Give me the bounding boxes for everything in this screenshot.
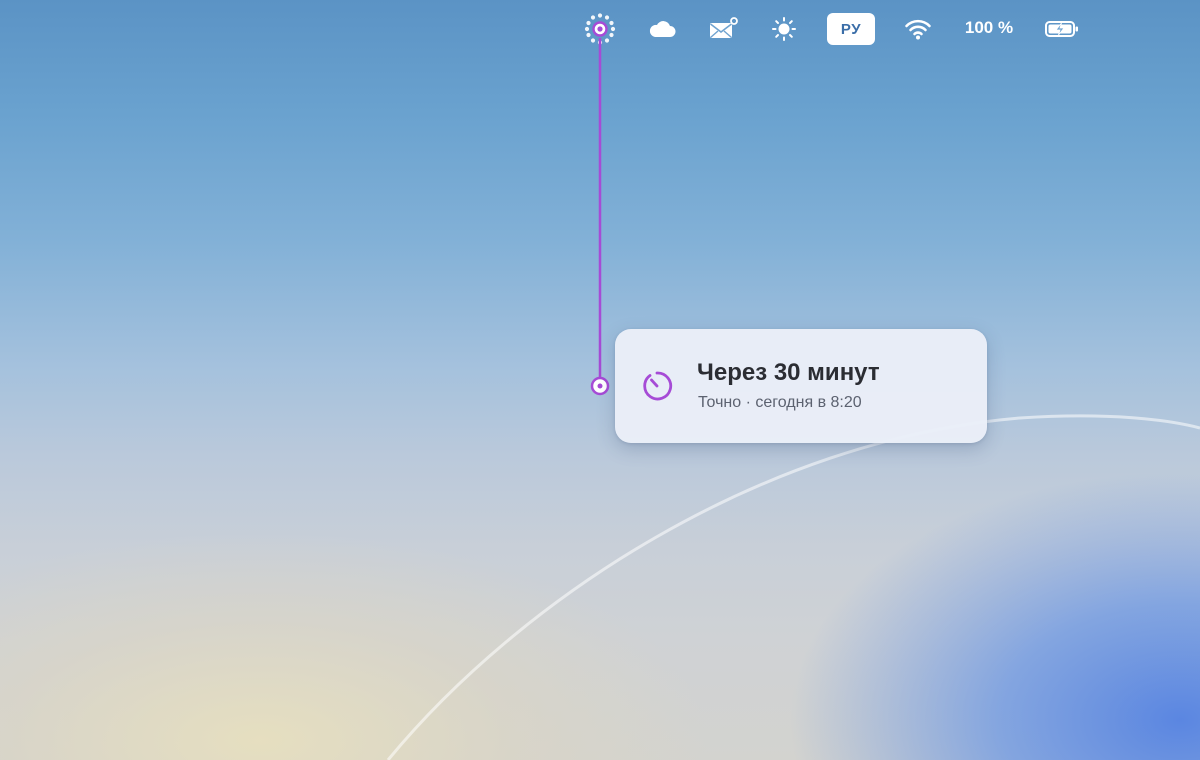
notification-title: Через 30 минут xyxy=(697,359,880,386)
notification-connector xyxy=(590,38,610,396)
timer-icon xyxy=(643,371,673,401)
notification-subtitle: Точно · сегодня в 8:20 xyxy=(698,394,862,411)
reminder-notification[interactable]: Через 30 минут Точно · сегодня в 8:20 xyxy=(615,329,987,443)
